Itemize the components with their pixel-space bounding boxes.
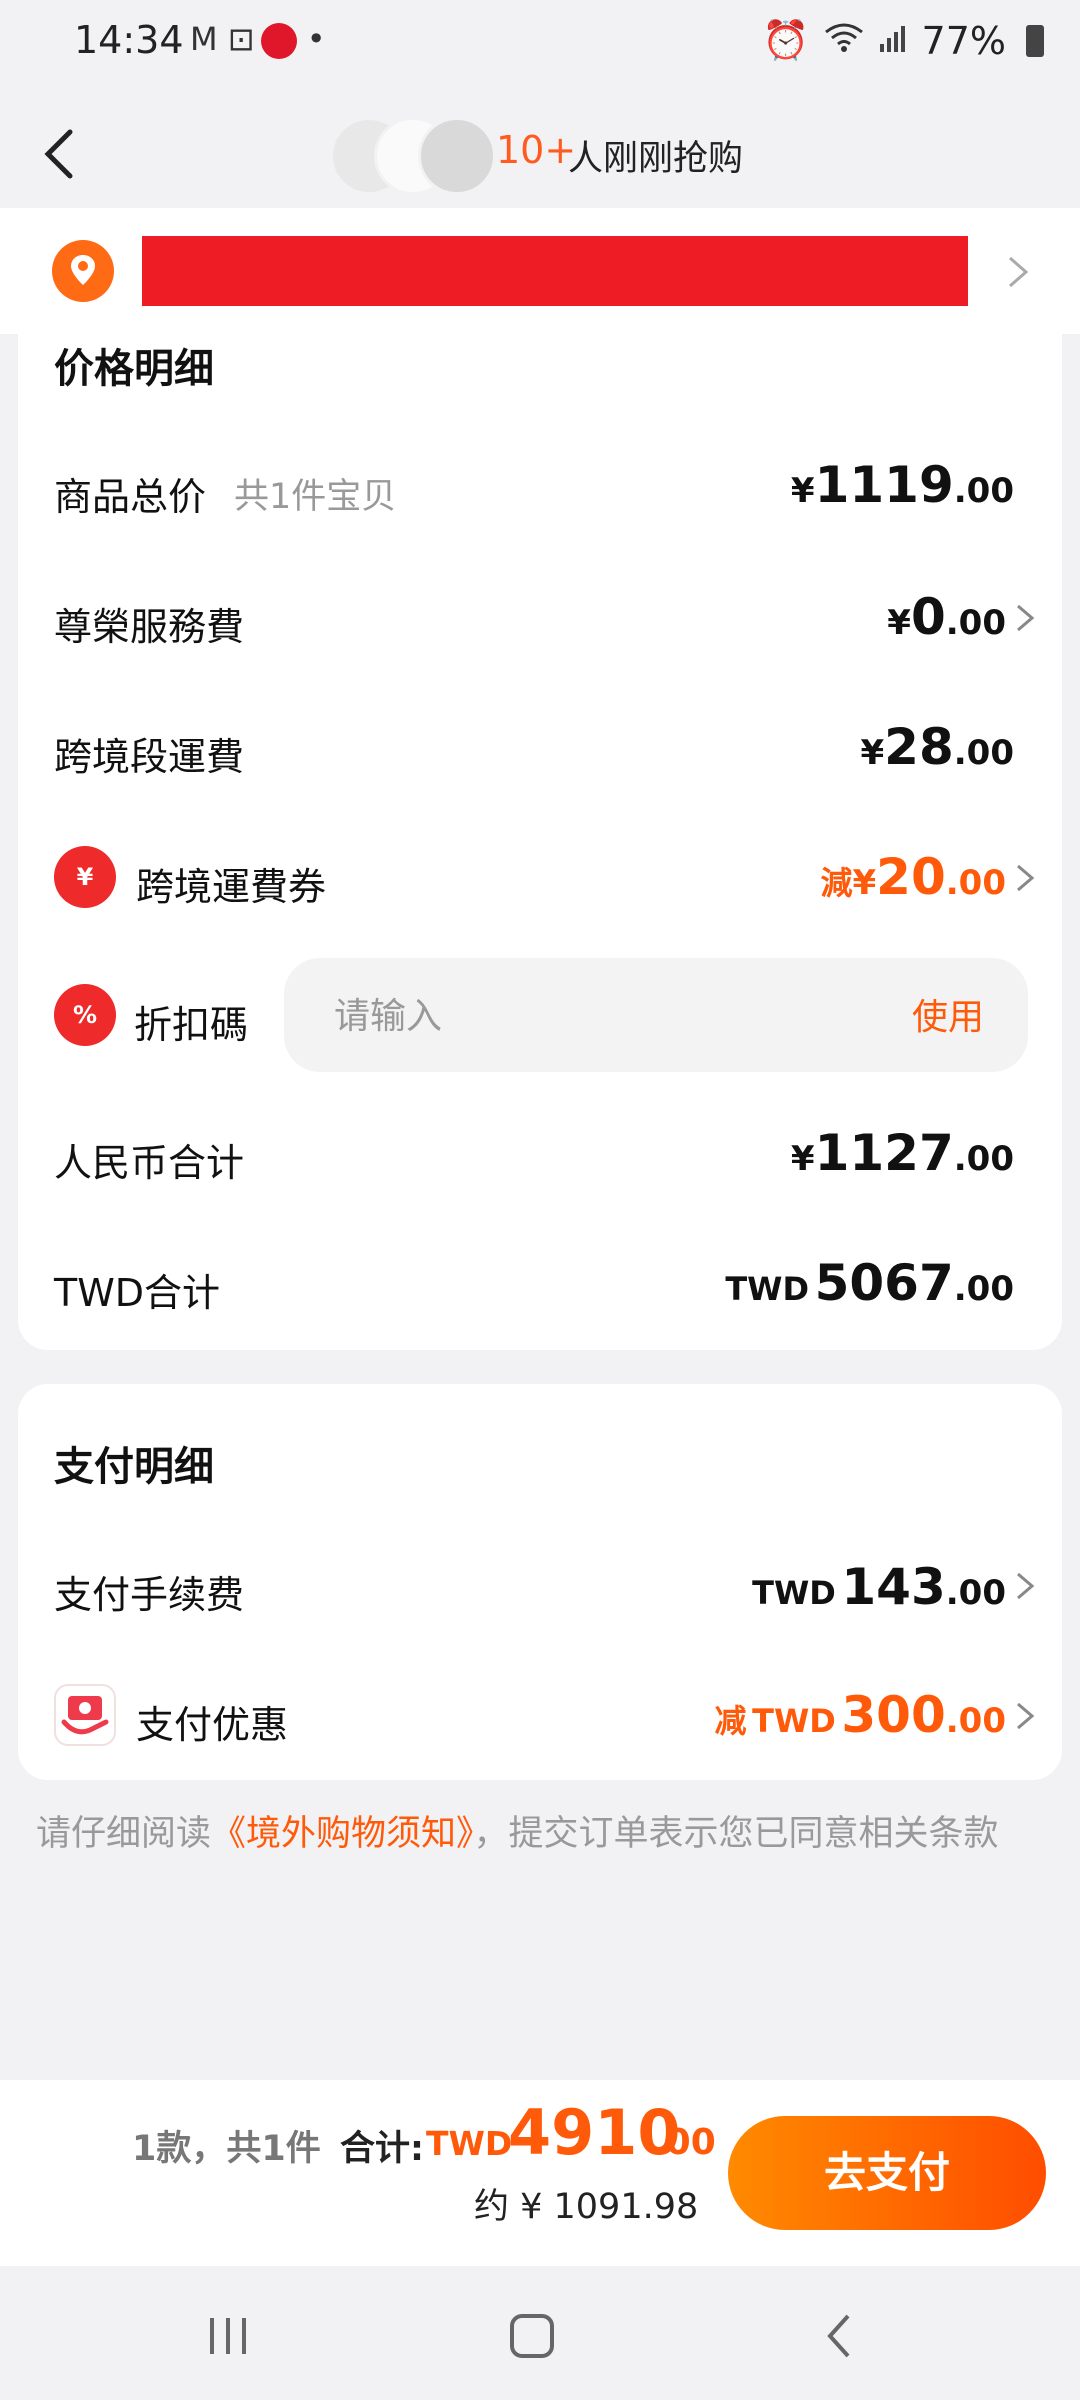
discount-code-icon: % <box>54 984 116 1046</box>
item-count-text: 1款，共1件 <box>132 2129 321 2169</box>
home-button[interactable] <box>510 2314 554 2358</box>
app-notification-icon <box>260 23 297 59</box>
payment-fee-label: 支付手续费 <box>54 1573 245 1617</box>
signal-icon <box>878 19 908 63</box>
chevron-right-icon[interactable] <box>1012 598 1040 638</box>
status-time: 14:34 <box>74 18 184 62</box>
address-redacted <box>142 236 968 306</box>
back-button[interactable] <box>34 124 84 184</box>
shipping-coupon-icon: ¥ <box>54 846 116 908</box>
overseas-shopping-terms-link[interactable]: 《境外购物须知》 <box>211 1814 474 1854</box>
notification-icons: M ⊡ • <box>190 20 326 59</box>
discount-code-label: 折扣碼 <box>134 1003 249 1047</box>
notice-suffix: ，提交订单表示您已同意相关条款 <box>473 1814 999 1854</box>
chevron-left-icon <box>44 129 73 179</box>
recent-apps-icon <box>210 2318 246 2354</box>
system-back-button[interactable] <box>820 2310 860 2362</box>
avatar <box>418 117 496 195</box>
rmb-total-label: 人民币合计 <box>54 1141 245 1185</box>
battery-icon <box>1026 24 1044 57</box>
recent-apps-button[interactable] <box>206 2316 252 2356</box>
rmb-total-price: ¥1127.00 <box>790 1124 1014 1182</box>
approx-rmb: 约 ¥ 1091.98 <box>474 2187 699 2227</box>
total-currency: TWD <box>426 2124 513 2163</box>
total-decimal: .00 <box>652 2122 716 2163</box>
status-right: ⏰ 77% <box>762 18 1044 63</box>
price-detail-title: 价格明细 <box>54 346 214 392</box>
payment-discount-label: 支付优惠 <box>136 1703 289 1747</box>
payment-fee-price[interactable]: TWD 143.00 <box>752 1558 1006 1616</box>
back-arrow-icon <box>827 2314 850 2358</box>
notice-prefix: 请仔细阅读 <box>36 1814 212 1854</box>
notification-icons-text: M ⊡ <box>190 20 255 58</box>
location-pin-icon <box>52 240 114 302</box>
shipping-coupon-price[interactable]: 減¥20.00 <box>820 848 1006 906</box>
buy-count: 10+ <box>496 128 577 172</box>
goods-total-price: ¥1119.00 <box>790 456 1014 514</box>
payment-detail-title: 支付明细 <box>54 1444 214 1490</box>
wifi-icon <box>824 19 864 63</box>
discount-code-box: 使用 <box>284 958 1028 1074</box>
buy-text: 人刚刚抢购 <box>568 139 744 179</box>
chevron-right-icon[interactable] <box>1012 858 1040 898</box>
total-label: 合计: <box>340 2129 424 2169</box>
discount-code-input[interactable] <box>332 958 836 1074</box>
chevron-right-icon <box>1000 252 1036 292</box>
shipping-fee-price: ¥28.00 <box>860 718 1015 776</box>
payment-discount-price[interactable]: 减 TWD 300.00 <box>715 1686 1006 1744</box>
more-dot-icon: • <box>306 20 326 58</box>
twd-total-label: TWD合计 <box>54 1271 221 1315</box>
battery-text: 77% <box>921 18 1006 63</box>
shipping-coupon-label: 跨境運費券 <box>136 865 327 909</box>
buyer-avatars <box>330 117 496 195</box>
pay-button[interactable]: 去支付 <box>728 2116 1046 2230</box>
twd-total-price: TWD 5067.00 <box>725 1254 1014 1312</box>
payment-discount-icon <box>54 1684 116 1746</box>
goods-count-label: 共1件宝贝 <box>234 477 397 517</box>
terms-notice: 请仔细阅读《境外购物须知》，提交订单表示您已同意相关条款 <box>36 1806 1056 1862</box>
service-fee-price[interactable]: ¥0.00 <box>887 588 1006 646</box>
goods-total-label: 商品总价 <box>54 475 207 519</box>
chevron-right-icon[interactable] <box>1012 1566 1040 1606</box>
use-discount-button[interactable]: 使用 <box>912 988 984 1040</box>
shipping-fee-label: 跨境段運費 <box>54 735 245 779</box>
alarm-icon: ⏰ <box>762 18 810 62</box>
chevron-right-icon[interactable] <box>1012 1696 1040 1736</box>
service-fee-label: 尊榮服務費 <box>54 605 245 649</box>
